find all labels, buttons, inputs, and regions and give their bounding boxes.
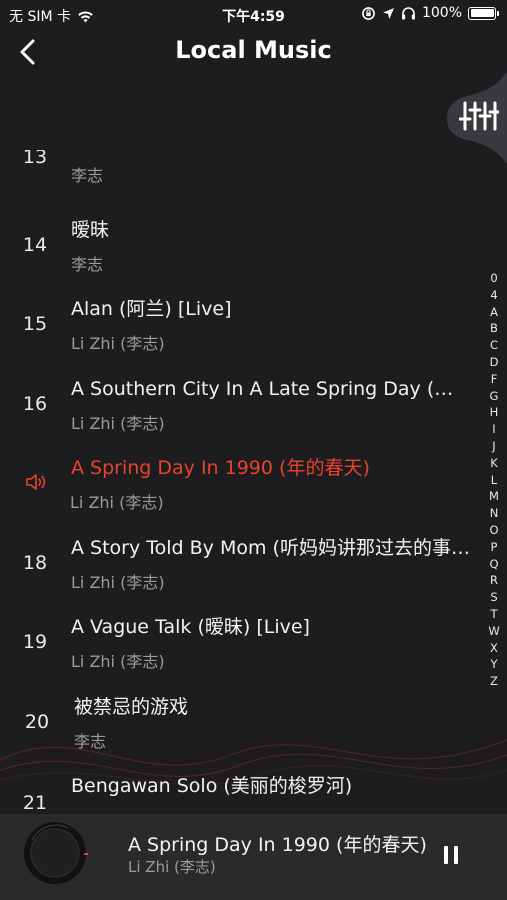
status-right: 100% <box>361 5 499 21</box>
alpha-index-letter[interactable]: P <box>485 539 503 556</box>
alpha-index-letter[interactable]: D <box>485 354 503 371</box>
battery-percent: 100% <box>421 5 462 21</box>
song-row-playing[interactable]: A Spring Day In 1990 (年的春天) Li Zhi (李志) <box>0 450 480 529</box>
location-icon <box>382 7 394 19</box>
alpha-index-letter[interactable]: O <box>485 522 503 539</box>
now-playing-bar[interactable]: A Spring Day In 1990 (年的春天) Li Zhi (李志) <box>0 814 507 900</box>
alpha-index-letter[interactable]: 0 <box>485 270 503 287</box>
alpha-index-letter[interactable]: C <box>485 337 503 354</box>
nav-bar: Local Music <box>0 28 507 76</box>
song-number: 20 <box>24 711 50 733</box>
player-artist: Li Zhi (李志) <box>128 858 216 876</box>
song-number: 14 <box>22 234 48 256</box>
song-row[interactable]: 18 A Story Told By Mom (听妈妈讲那过去的事情) Li Z… <box>0 530 480 609</box>
song-number: 21 <box>22 792 48 814</box>
album-disc-icon[interactable] <box>22 820 88 886</box>
song-number: 15 <box>22 313 48 335</box>
song-number: 13 <box>22 150 48 168</box>
song-title: 暧昧 <box>71 219 110 241</box>
song-row[interactable]: 16 A Southern City In A Late Spring Day … <box>0 371 480 450</box>
song-title: A Southern City In A Late Spring Day (春末… <box>71 378 471 400</box>
alpha-index-letter[interactable]: B <box>485 320 503 337</box>
alpha-index-letter[interactable]: I <box>485 421 503 438</box>
song-row[interactable]: 15 Alan (阿兰) [Live] Li Zhi (李志) <box>0 291 480 370</box>
alpha-index-letter[interactable]: A <box>485 304 503 321</box>
song-number: 19 <box>22 631 48 653</box>
alpha-index-letter[interactable]: Y <box>485 656 503 673</box>
song-row[interactable]: 19 A Vague Talk (暧昧) [Live] Li Zhi (李志) <box>0 609 480 688</box>
alpha-index-letter[interactable]: M <box>485 488 503 505</box>
alpha-index-letter[interactable]: N <box>485 505 503 522</box>
song-artist: 李志 <box>71 166 104 185</box>
pause-icon-bar-left <box>444 846 448 864</box>
battery-icon <box>468 6 496 20</box>
battery-tip <box>497 10 499 16</box>
song-title: A Story Told By Mom (听妈妈讲那过去的事情) <box>71 537 471 559</box>
song-artist: Li Zhi (李志) <box>71 573 165 592</box>
headphones-icon <box>401 7 415 20</box>
pause-icon-bar-right <box>454 846 458 864</box>
page-title: Local Music <box>175 36 332 64</box>
alpha-index-letter[interactable]: R <box>485 572 503 589</box>
alphabet-index[interactable]: 04ABCDFGHIJKLMNOPQRSTWXYZ <box>485 270 503 690</box>
player-song-title: A Spring Day In 1990 (年的春天) <box>128 834 427 856</box>
song-artist: Li Zhi (李志) <box>71 334 165 353</box>
equalizer-button[interactable] <box>458 99 501 135</box>
alpha-index-letter[interactable]: Z <box>485 673 503 690</box>
song-row[interactable]: 20 被禁忌的游戏 李志 <box>0 689 480 768</box>
pause-button[interactable] <box>434 838 468 872</box>
equalizer-icon <box>458 101 501 131</box>
alpha-index-letter[interactable]: H <box>485 404 503 421</box>
song-title: Alan (阿兰) [Live] <box>71 298 232 320</box>
alpha-index-letter[interactable]: L <box>485 472 503 489</box>
alpha-index-letter[interactable]: F <box>485 371 503 388</box>
alpha-index-letter[interactable]: X <box>485 640 503 657</box>
song-number: 18 <box>22 552 48 574</box>
song-title: Bengawan Solo (美丽的梭罗河) <box>71 775 353 797</box>
alpha-index-letter[interactable]: K <box>485 455 503 472</box>
alpha-index-letter[interactable]: Q <box>485 556 503 573</box>
alpha-index-letter[interactable]: 4 <box>485 287 503 304</box>
song-list[interactable]: 13 李志 14 暧昧 李志 15 Alan (阿兰) [Live] Li Zh… <box>0 150 480 814</box>
alpha-index-letter[interactable]: T <box>485 606 503 623</box>
song-artist: Li Zhi (李志) <box>71 652 165 671</box>
song-row[interactable]: 13 李志 <box>0 150 480 219</box>
lock-rotation-icon <box>362 6 375 20</box>
song-artist: 李志 <box>74 732 107 751</box>
song-title: 被禁忌的游戏 <box>74 696 189 718</box>
song-row[interactable]: 21 Bengawan Solo (美丽的梭罗河) <box>0 768 480 814</box>
song-artist: Li Zhi (李志) <box>70 493 164 512</box>
alpha-index-letter[interactable]: S <box>485 589 503 606</box>
status-bar: 无 SIM 卡 下午4:59 100% <box>0 0 507 28</box>
song-artist: 李志 <box>71 255 104 274</box>
alpha-index-letter[interactable]: W <box>485 623 503 640</box>
song-artist: Li Zhi (李志) <box>71 414 165 433</box>
song-title: A Vague Talk (暧昧) [Live] <box>71 616 310 638</box>
speaker-icon <box>26 474 46 490</box>
song-row[interactable]: 14 暧昧 李志 <box>0 212 480 291</box>
alpha-index-letter[interactable]: J <box>485 438 503 455</box>
song-number: 16 <box>22 393 48 415</box>
song-title: A Spring Day In 1990 (年的春天) <box>71 457 370 479</box>
alpha-index-letter[interactable]: G <box>485 388 503 405</box>
